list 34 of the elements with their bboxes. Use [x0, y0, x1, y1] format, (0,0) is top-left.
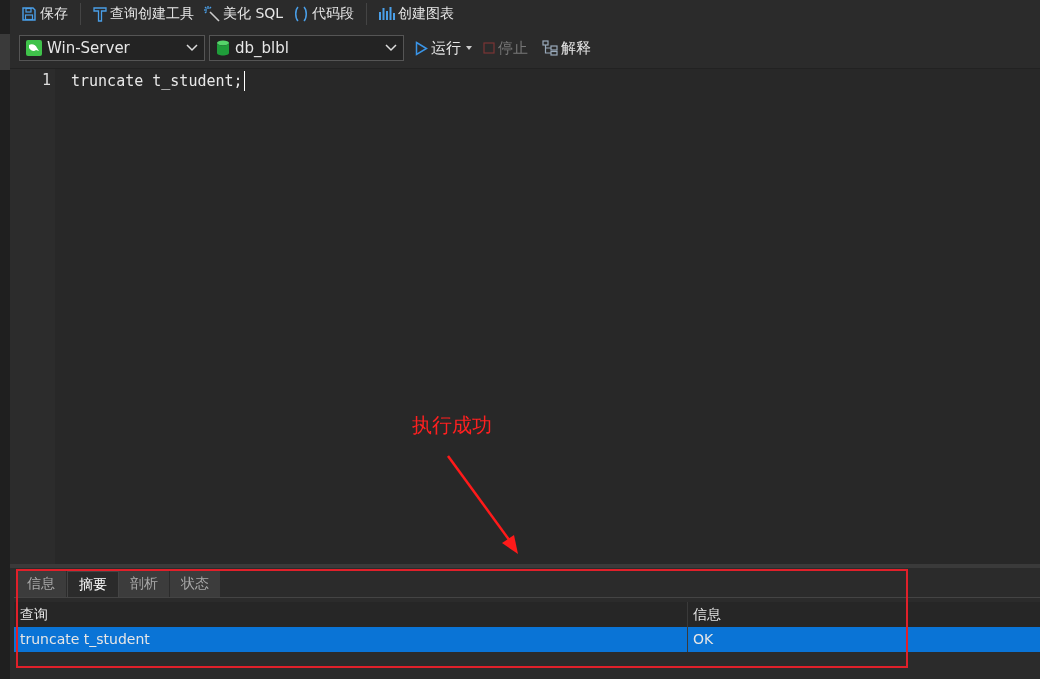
table-cell: truncate t_student [14, 627, 688, 652]
result-row[interactable]: truncate t_student OK [14, 627, 1040, 652]
run-button[interactable]: 运行 [412, 36, 464, 60]
text-cursor [243, 71, 245, 91]
save-icon [21, 6, 37, 22]
server-icon [26, 40, 42, 56]
braces-icon [293, 6, 310, 22]
database-icon [216, 40, 230, 56]
database-dropdown[interactable]: db_blbl [209, 35, 404, 61]
chevron-down-icon [186, 44, 198, 52]
annotation-text: 执行成功 [412, 412, 492, 439]
bar-chart-icon [379, 6, 396, 22]
diagram-icon [542, 40, 558, 56]
result-tab[interactable]: 剖析 [119, 571, 170, 597]
toolbar-button[interactable]: 查询创建工具 [90, 3, 197, 25]
code-line[interactable]: truncate t_student; [71, 71, 243, 91]
play-icon [415, 40, 428, 56]
stop-icon [483, 42, 495, 54]
magic-wand-icon [204, 6, 220, 22]
chevron-down-icon [385, 44, 397, 52]
toolbar-button[interactable]: 创建图表 [376, 3, 458, 25]
explain-button[interactable]: 解释 [539, 36, 594, 60]
toolbar-button[interactable]: 保存 [18, 3, 71, 25]
toolbar-button[interactable]: 美化 SQL [201, 3, 287, 25]
dropdown-caret-icon[interactable] [466, 46, 472, 50]
toolbar-button[interactable]: 代码段 [290, 3, 358, 25]
splitter-handle[interactable] [0, 34, 10, 70]
result-tab[interactable]: 摘要 [67, 571, 119, 597]
result-tab[interactable]: 信息 [16, 571, 67, 597]
table-cell-text: OK [692, 630, 715, 649]
column-header: 信息 [692, 605, 722, 624]
result-tab[interactable]: 状态 [170, 571, 221, 597]
connection-dropdown[interactable]: Win-Server [19, 35, 205, 61]
line-number: 1 [40, 71, 52, 89]
